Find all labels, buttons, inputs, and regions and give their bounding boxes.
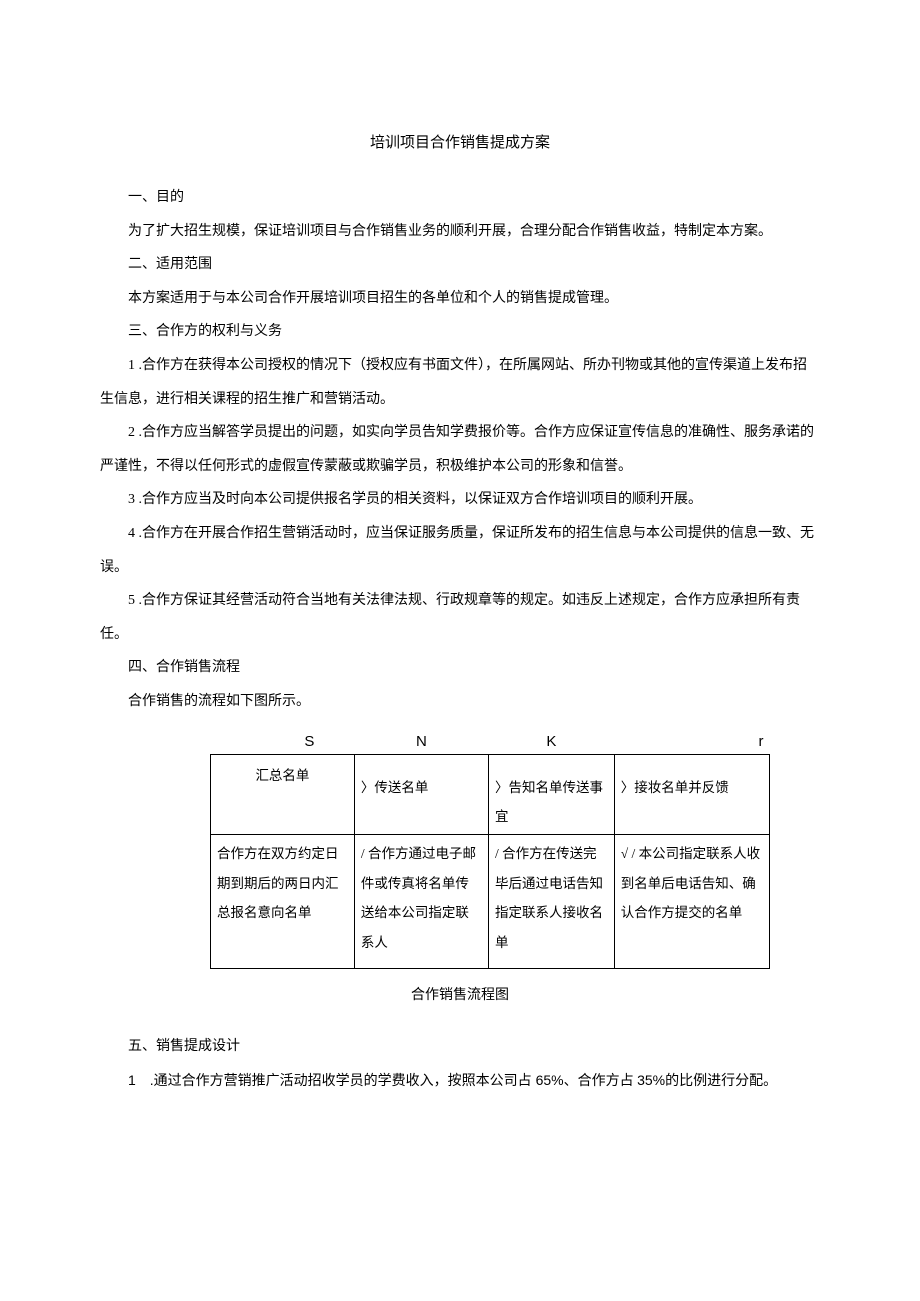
s5-i1-part-a: 1 .通过合作方营销推广活动招收学员的学费收入，按照本公司占: [128, 1072, 536, 1088]
section-2-heading: 二、适用范围: [100, 248, 820, 282]
flow-h-1: S: [211, 731, 355, 755]
flow-desc-row: 合作方在双方约定日期到期后的两日内汇总报名意向名单 / 合作方通过电子邮件或传真…: [211, 834, 770, 968]
section-1-para-1: 为了扩大招生规模，保证培训项目与合作销售业务的顺利开展，合理分配合作销售收益，特…: [100, 215, 820, 249]
flow-step-1-title: 汇总名单: [211, 754, 355, 834]
section-5-item-1: 1 .通过合作方营销推广活动招收学员的学费收入，按照本公司占 65%、合作方占 …: [100, 1064, 820, 1099]
section-4-para-1: 合作销售的流程如下图所示。: [100, 685, 820, 719]
document-title: 培训项目合作销售提成方案: [100, 125, 820, 161]
section-2-para-1: 本方案适用于与本公司合作开展培训项目招生的各单位和个人的销售提成管理。: [100, 282, 820, 316]
s5-i1-pct-35: 35%: [637, 1072, 665, 1088]
section-5-heading: 五、销售提成设计: [100, 1030, 820, 1064]
flow-h-4: r: [614, 731, 769, 755]
flow-table-caption: 合作销售流程图: [100, 979, 820, 1013]
flow-step-1-desc: 合作方在双方约定日期到期后的两日内汇总报名意向名单: [211, 834, 355, 968]
section-3-item-2: 2 .合作方应当解答学员提出的问题，如实向学员告知学费报价等。合作方应保证宣传信…: [100, 416, 820, 483]
s5-i1-pct-65: 65%: [536, 1072, 564, 1088]
flow-h-3: K: [489, 731, 615, 755]
flow-step-2-title: 〉传送名单: [354, 754, 488, 834]
flow-header-row: S N K r: [211, 731, 770, 755]
flow-h-2: N: [354, 731, 488, 755]
flow-step-4-title: 〉接妆名单并反馈: [614, 754, 769, 834]
flow-table: S N K r 汇总名单 〉传送名单 〉告知名单传送事宜 〉接妆名单并反馈 合作…: [210, 731, 770, 969]
flow-step-3-desc: / 合作方在传送完毕后通过电话告知指定联系人接收名单: [489, 834, 615, 968]
section-3-heading: 三、合作方的权利与义务: [100, 315, 820, 349]
flow-step-3-title: 〉告知名单传送事宜: [489, 754, 615, 834]
s5-i1-part-e: 的比例进行分配。: [665, 1074, 777, 1089]
flow-step-2-desc: / 合作方通过电子邮件或传真将名单传送给本公司指定联系人: [354, 834, 488, 968]
section-3-item-4: 4 .合作方在开展合作招生营销活动时，应当保证服务质量，保证所发布的招生信息与本…: [100, 517, 820, 584]
flow-step-4-desc: √ / 本公司指定联系人收到名单后电话告知、确认合作方提交的名单: [614, 834, 769, 968]
s5-i1-part-c: 、合作方占: [564, 1074, 638, 1089]
section-4-heading: 四、合作销售流程: [100, 651, 820, 685]
flow-table-wrap: S N K r 汇总名单 〉传送名单 〉告知名单传送事宜 〉接妆名单并反馈 合作…: [210, 731, 770, 969]
section-3-item-5: 5 .合作方保证其经营活动符合当地有关法律法规、行政规章等的规定。如违反上述规定…: [100, 584, 820, 651]
document-page: 培训项目合作销售提成方案 一、目的 为了扩大招生规模，保证培训项目与合作销售业务…: [0, 0, 920, 1301]
section-1-heading: 一、目的: [100, 181, 820, 215]
section-3-item-1: 1 .合作方在获得本公司授权的情况下（授权应有书面文件），在所属网站、所办刊物或…: [100, 349, 820, 416]
flow-title-row: 汇总名单 〉传送名单 〉告知名单传送事宜 〉接妆名单并反馈: [211, 754, 770, 834]
section-3-item-3: 3 .合作方应当及时向本公司提供报名学员的相关资料，以保证双方合作培训项目的顺利…: [100, 483, 820, 517]
